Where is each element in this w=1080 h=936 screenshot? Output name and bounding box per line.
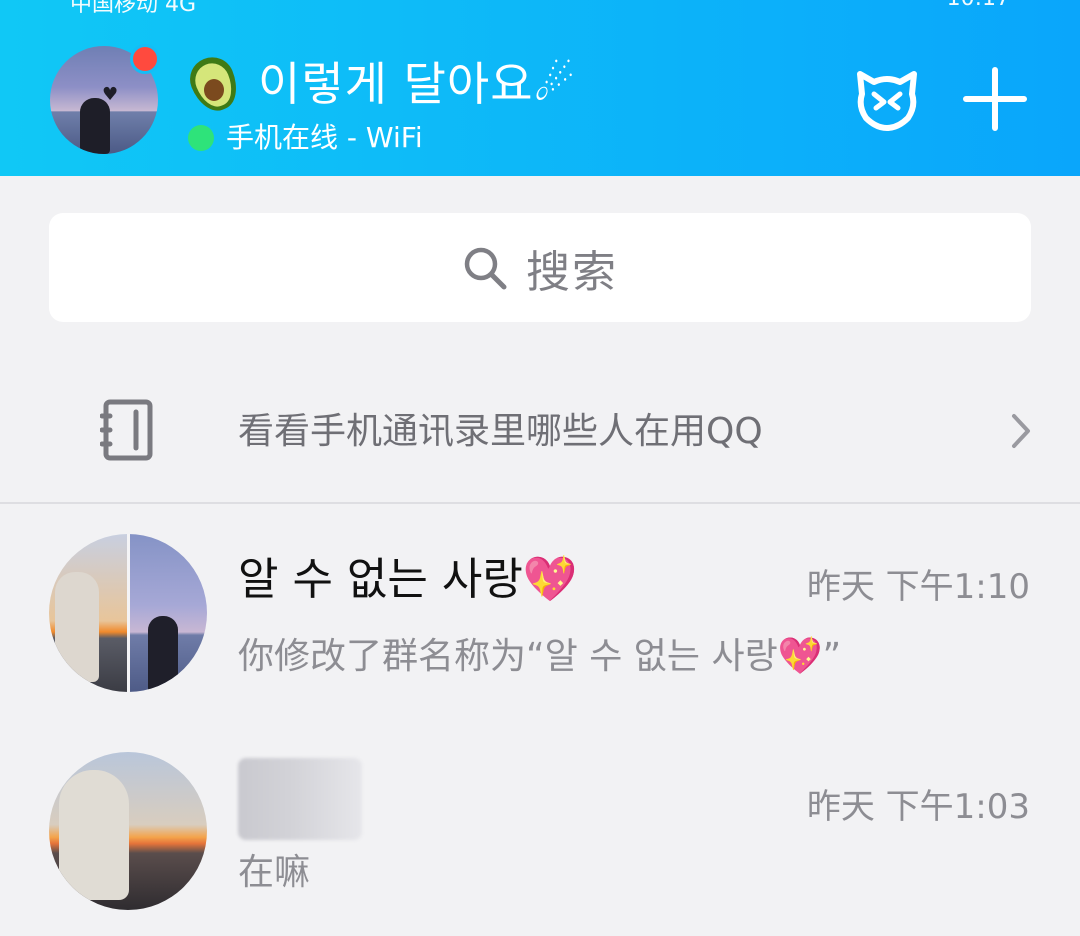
group-avatar xyxy=(49,534,207,692)
nickname-row[interactable]: 이렇게 달아요☄ xyxy=(183,50,576,118)
divider xyxy=(0,502,1080,504)
conversation-item[interactable]: 알 수 없는 사랑💖 昨天 下午1:10 你修改了群名称为“알 수 없는 사랑💖… xyxy=(0,520,1080,720)
chevron-right-icon xyxy=(1012,414,1030,448)
address-book-icon xyxy=(100,399,153,461)
nickname: 이렇게 달아요☄ xyxy=(258,57,576,111)
online-status-icon xyxy=(188,125,214,151)
carrier-text: 中国移动 4G xyxy=(70,0,197,17)
cat-face-icon[interactable] xyxy=(850,62,924,136)
presence-status[interactable]: 手机在线 - WiFi xyxy=(188,118,423,158)
conversation-item[interactable]: 昨天 下午1:03 在嘛 xyxy=(0,740,1080,936)
search-placeholder: 搜索 xyxy=(526,246,618,298)
conversation-time: 昨天 下午1:10 xyxy=(806,567,1030,607)
conversation-time: 昨天 下午1:03 xyxy=(806,787,1030,827)
conversation-title: 알 수 없는 사랑💖 xyxy=(238,554,578,605)
search-icon xyxy=(464,247,507,289)
contacts-prompt-label: 看看手机通讯录里哪些人在用QQ xyxy=(238,411,763,452)
presence-text: 手机在线 - WiFi xyxy=(226,121,423,154)
plus-icon[interactable] xyxy=(958,62,1032,136)
avocado-icon xyxy=(183,50,245,118)
top-header: 中国移动 4G 10:17 ♥ 이렇게 달아요☄ 手机在线 - WiFi xyxy=(0,0,1080,176)
blurred-contact-name xyxy=(238,758,362,840)
contact-avatar xyxy=(49,752,207,910)
search-input[interactable]: 搜索 xyxy=(49,213,1031,322)
notification-badge xyxy=(130,44,160,74)
conversation-preview: 你修改了群名称为“알 수 없는 사랑💖” xyxy=(238,636,842,677)
status-bar: 中国移动 4G 10:17 xyxy=(70,0,1010,17)
conversation-preview: 在嘛 xyxy=(238,852,311,893)
clock-text: 10:17 xyxy=(947,0,1010,11)
